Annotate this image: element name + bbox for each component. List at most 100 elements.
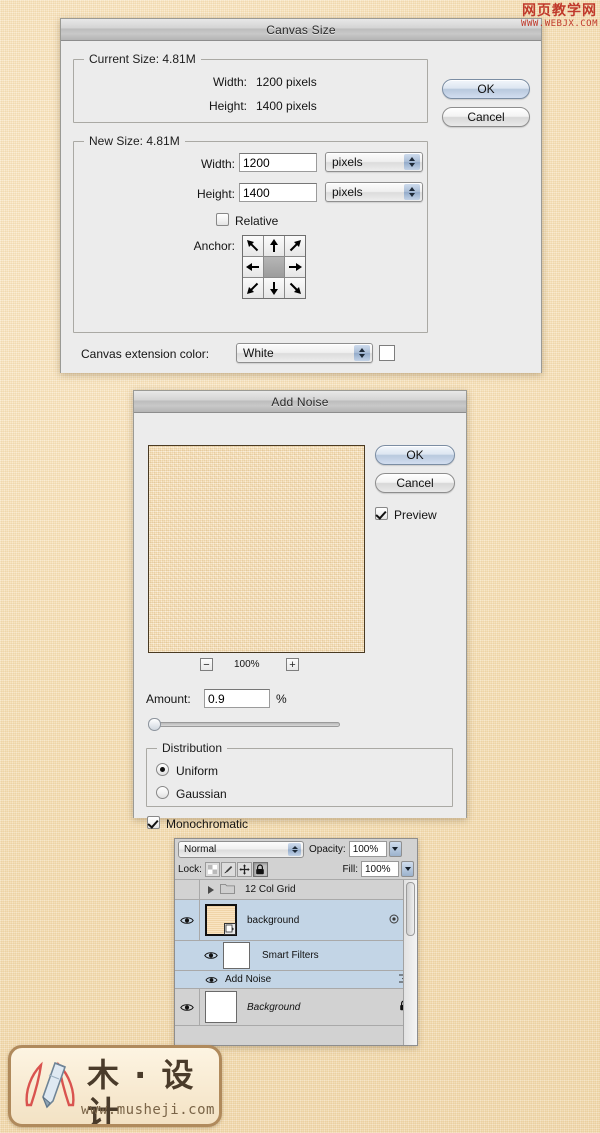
zoom-out-label: − xyxy=(203,658,210,671)
canvas-size-ok-button[interactable]: OK xyxy=(442,79,530,99)
layer-visibility-toggle[interactable] xyxy=(175,989,200,1025)
anchor-cell-center[interactable] xyxy=(264,257,284,277)
canvas-size-cancel-button[interactable]: Cancel xyxy=(442,107,530,127)
current-size-group: Current Size: 4.81M xyxy=(73,52,428,123)
uniform-label: Uniform xyxy=(176,764,219,778)
layer-thumbnail[interactable] xyxy=(205,904,237,936)
arrow-down-left-icon xyxy=(247,282,259,294)
preview-checkbox[interactable] xyxy=(375,507,388,520)
arrow-right-icon xyxy=(289,263,302,271)
canvas-size-body: Current Size: 4.81M Width: 1200 pixels H… xyxy=(61,41,541,373)
new-height-input[interactable]: 1400 xyxy=(239,183,317,202)
layer-thumbnail[interactable] xyxy=(205,991,237,1023)
zoom-level-label: 100% xyxy=(234,659,260,670)
anchor-label: Anchor: xyxy=(193,239,235,253)
group-disclosure-triangle-icon[interactable] xyxy=(208,885,214,894)
extension-color-swatch[interactable] xyxy=(379,345,395,361)
fill-input[interactable]: 100% xyxy=(361,861,399,877)
eye-icon xyxy=(204,976,218,983)
eye-icon xyxy=(204,952,218,959)
anchor-cell-bottom-left[interactable] xyxy=(243,278,263,298)
anchor-cell-top-left[interactable] xyxy=(243,236,263,256)
fill-value: 100% xyxy=(365,863,391,875)
eye-icon xyxy=(180,1003,194,1011)
new-width-unit-select[interactable]: pixels xyxy=(325,152,423,172)
layer-visibility-toggle xyxy=(175,971,199,988)
layers-scrollbar[interactable] xyxy=(403,880,417,1045)
layer-visibility-toggle[interactable] xyxy=(175,880,200,899)
new-width-label: Width: xyxy=(200,157,235,171)
layer-visibility-toggle[interactable] xyxy=(175,941,199,970)
new-width-input[interactable]: 1200 xyxy=(239,153,317,172)
relative-checkbox[interactable] xyxy=(216,213,229,226)
layers-list: 12 Col Grid background Smart Filters Add… xyxy=(175,880,417,1026)
layer-row-background[interactable]: Background xyxy=(175,989,417,1026)
amount-value: 0.9 xyxy=(208,691,225,706)
layer-row-smart-object[interactable]: background xyxy=(175,900,417,941)
opacity-input[interactable]: 100% xyxy=(348,841,387,857)
anchor-cell-top-center[interactable] xyxy=(264,236,284,256)
anchor-cell-middle-right[interactable] xyxy=(285,257,305,277)
arrow-up-left-icon xyxy=(247,240,259,252)
zoom-out-button[interactable]: − xyxy=(200,658,213,671)
new-width-unit-value: pixels xyxy=(332,155,363,169)
layer-effects-icon[interactable] xyxy=(388,913,400,928)
uniform-radio[interactable] xyxy=(156,763,169,776)
monochromatic-checkbox[interactable] xyxy=(147,816,160,829)
smart-filters-visibility-toggle[interactable] xyxy=(199,941,223,970)
lock-all-icon[interactable] xyxy=(252,861,268,877)
pencil-ribbon-logo-icon xyxy=(21,1055,83,1113)
add-noise-cancel-label: Cancel xyxy=(396,476,434,490)
lock-position-icon[interactable] xyxy=(236,861,252,877)
layer-name: Smart Filters xyxy=(262,950,319,961)
new-height-unit-select[interactable]: pixels xyxy=(325,182,423,202)
anchor-cell-middle-left[interactable] xyxy=(243,257,263,277)
noise-preview-area[interactable] xyxy=(148,445,365,653)
amount-input[interactable]: 0.9 xyxy=(204,689,270,708)
anchor-cell-bottom-right[interactable] xyxy=(285,278,305,298)
arrow-left-icon xyxy=(246,263,259,271)
layers-lock-row: Lock: Fill: 100% xyxy=(175,859,417,880)
zoom-in-button[interactable]: + xyxy=(286,658,299,671)
extension-color-select[interactable]: White xyxy=(236,343,373,363)
anchor-cell-bottom-center[interactable] xyxy=(264,278,284,298)
amount-slider-track[interactable] xyxy=(150,722,340,727)
canvas-size-ok-label: OK xyxy=(477,82,495,96)
new-height-value: 1400 xyxy=(243,185,270,200)
new-height-unit-value: pixels xyxy=(332,185,363,199)
layer-row-smart-filters[interactable]: Smart Filters xyxy=(175,941,417,971)
stepper-arrows-icon xyxy=(354,345,370,361)
canvas-size-title: Canvas Size xyxy=(266,22,336,37)
smart-object-badge-icon xyxy=(224,923,236,935)
lock-image-pixels-icon[interactable] xyxy=(220,861,236,877)
layer-row-filter[interactable]: Add Noise xyxy=(175,971,417,989)
canvas-size-titlebar[interactable]: Canvas Size xyxy=(61,19,541,41)
add-noise-ok-button[interactable]: OK xyxy=(375,445,455,465)
layer-visibility-toggle[interactable] xyxy=(175,900,200,940)
layer-row-group[interactable]: 12 Col Grid xyxy=(175,880,417,900)
lock-transparency-icon[interactable] xyxy=(204,861,220,877)
extension-color-label: Canvas extension color: xyxy=(81,347,210,361)
anchor-grid[interactable] xyxy=(242,235,306,299)
stepper-arrows-icon xyxy=(404,154,420,170)
fill-stepper-icon[interactable] xyxy=(401,861,414,877)
anchor-cell-top-right[interactable] xyxy=(285,236,305,256)
opacity-value: 100% xyxy=(352,843,379,855)
smart-filters-mask-thumbnail[interactable] xyxy=(223,942,250,969)
layer-name: background xyxy=(247,914,300,926)
filter-visibility-toggle[interactable] xyxy=(199,971,223,988)
blend-mode-select[interactable]: Normal xyxy=(178,840,304,858)
add-noise-ok-label: OK xyxy=(406,448,424,462)
layers-scrollbar-thumb[interactable] xyxy=(406,882,415,936)
new-width-value: 1200 xyxy=(243,155,270,170)
add-noise-cancel-button[interactable]: Cancel xyxy=(375,473,455,493)
zoom-in-label: + xyxy=(289,658,296,671)
logo-url-text: www.musheji.com xyxy=(81,1102,215,1118)
add-noise-titlebar[interactable]: Add Noise xyxy=(134,391,466,413)
opacity-stepper-icon[interactable] xyxy=(388,841,402,857)
layer-name: Background xyxy=(247,1001,301,1013)
amount-label: Amount: xyxy=(146,692,191,706)
gaussian-radio[interactable] xyxy=(156,786,169,799)
amount-slider-thumb[interactable] xyxy=(148,718,161,731)
gaussian-label: Gaussian xyxy=(176,787,227,801)
